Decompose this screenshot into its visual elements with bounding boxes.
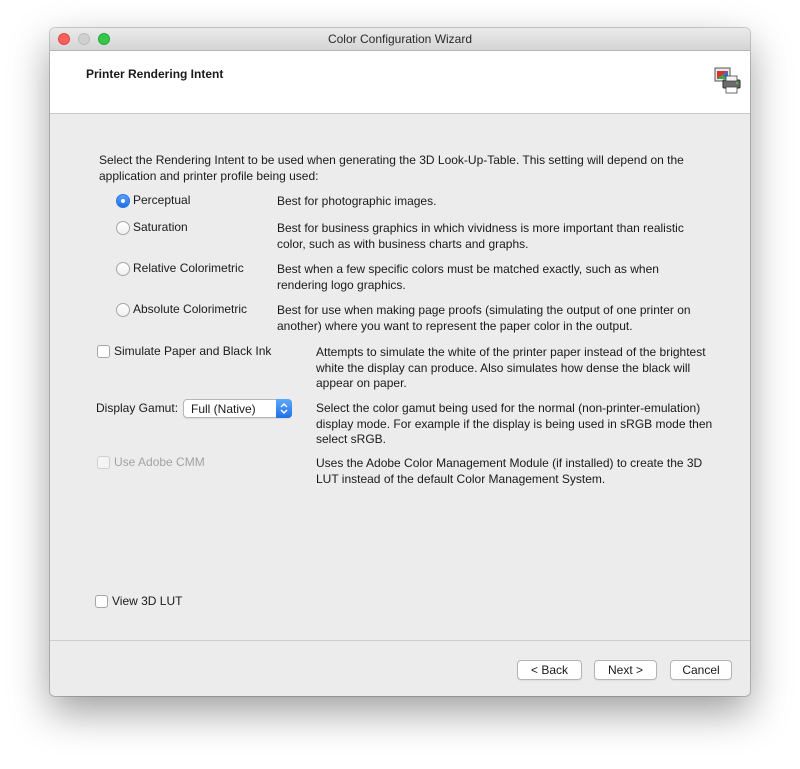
wizard-window: Color Configuration Wizard Printer Rende… [50,28,750,696]
intent-option-relative-colorimetric[interactable]: Relative Colorimetric [116,261,276,279]
display-gamut-value: Full (Native) [191,402,256,416]
simulate-paper-checkbox[interactable] [97,345,110,358]
intent-option-saturation[interactable]: Saturation [116,220,276,238]
next-button[interactable]: Next > [594,660,657,680]
saturation-description: Best for business graphics in which vivi… [277,221,684,251]
relative-colorimetric-label[interactable]: Relative Colorimetric [133,261,244,275]
display-gamut-description: Select the color gamut being used for th… [316,401,713,446]
wizard-header: Printer Rendering Intent [50,51,750,114]
title-bar[interactable]: Color Configuration Wizard [50,28,750,51]
perceptual-description: Best for photographic images. [277,194,437,208]
updown-chevron-icon [276,399,292,418]
perceptual-radio[interactable] [116,194,130,208]
saturation-radio[interactable] [116,221,130,235]
relative-colorimetric-description: Best when a few specific colors must be … [277,262,659,292]
absolute-colorimetric-label[interactable]: Absolute Colorimetric [133,302,247,316]
adobe-cmm-label[interactable]: Use Adobe CMM [114,455,205,469]
view-lut-option[interactable]: View 3D LUT [95,594,215,612]
view-lut-checkbox[interactable] [95,595,108,608]
page-title: Printer Rendering Intent [86,67,224,81]
absolute-colorimetric-description: Best for use when making page proofs (si… [277,303,691,333]
display-gamut-label: Display Gamut: [96,401,179,415]
simulate-paper-description: Attempts to simulate the white of the pr… [316,345,706,390]
intent-option-absolute-colorimetric[interactable]: Absolute Colorimetric [116,302,276,320]
simulate-paper-label[interactable]: Simulate Paper and Black Ink [114,344,271,358]
printer-color-icon [714,67,741,94]
back-button[interactable]: < Back [517,660,582,680]
intent-option-perceptual[interactable]: Perceptual [116,193,276,211]
simulate-paper-option[interactable]: Simulate Paper and Black Ink [97,344,307,362]
display-gamut-select[interactable]: Full (Native) [183,399,292,418]
intro-text: Select the Rendering Intent to be used w… [99,153,684,183]
saturation-label[interactable]: Saturation [133,220,188,234]
adobe-cmm-option[interactable]: Use Adobe CMM [97,455,257,473]
adobe-cmm-description: Uses the Adobe Color Management Module (… [316,456,703,486]
absolute-colorimetric-radio[interactable] [116,303,130,317]
view-lut-label[interactable]: View 3D LUT [112,594,182,608]
perceptual-label[interactable]: Perceptual [133,193,190,207]
cancel-button[interactable]: Cancel [670,660,732,680]
footer-divider [50,640,750,641]
adobe-cmm-checkbox[interactable] [97,456,110,469]
window-title: Color Configuration Wizard [327,32,473,46]
relative-colorimetric-radio[interactable] [116,262,130,276]
